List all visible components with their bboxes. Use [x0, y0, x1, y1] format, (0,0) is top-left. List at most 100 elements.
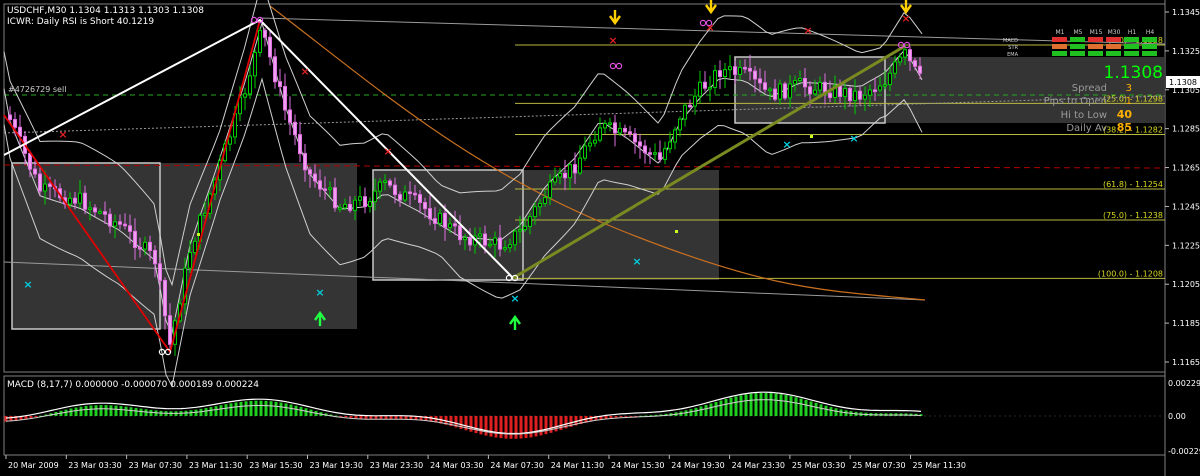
- candle-body: [168, 315, 172, 345]
- candle-body: [748, 67, 752, 72]
- time-tick-label: 23 Mar 11:30: [189, 461, 242, 470]
- candle-body: [103, 211, 107, 215]
- candle-body: [873, 89, 877, 92]
- candle-body: [28, 152, 32, 170]
- candle-body: [668, 141, 672, 150]
- signal-x-marker: ×: [58, 128, 67, 141]
- macd-bar: [749, 393, 753, 416]
- trend-table-row-label: MACD: [1003, 38, 1018, 44]
- macd-bar: [834, 408, 838, 416]
- candle-body: [8, 114, 12, 121]
- macd-bar: [69, 408, 73, 416]
- signal-x-marker: ×: [315, 286, 324, 299]
- macd-bar: [504, 416, 508, 439]
- trend-cell: [1124, 44, 1139, 49]
- macd-bar: [474, 416, 478, 434]
- macd-bar: [304, 408, 308, 416]
- macd-bar: [804, 399, 808, 416]
- candle-body: [568, 164, 572, 179]
- macd-bar: [714, 401, 718, 416]
- candle-body: [503, 247, 507, 250]
- signal-dot: [675, 230, 678, 233]
- macd-bar: [89, 405, 93, 416]
- candle-body: [338, 207, 342, 210]
- macd-bar: [724, 398, 728, 416]
- candle-body: [793, 80, 797, 85]
- macd-bar: [224, 404, 228, 416]
- candle-body: [243, 93, 247, 98]
- macd-bar: [809, 401, 813, 416]
- signal-dot: [197, 233, 200, 236]
- candle-body: [398, 194, 402, 201]
- price-chart[interactable]: (0.0) - 1.1328(25.0) - 1.1298(38.2) - 1.…: [0, 0, 1200, 476]
- price-tick-label: 1.1265: [1172, 164, 1200, 173]
- candle-body: [638, 141, 642, 147]
- macd-bar: [104, 405, 108, 416]
- signal-x-marker: ×: [23, 278, 32, 291]
- time-tick-label: 23 Mar 03:30: [68, 461, 121, 470]
- trend-table-column: M1: [1056, 29, 1065, 36]
- spread-value: 3: [1126, 83, 1132, 94]
- signal-x-marker: ×: [632, 255, 641, 268]
- candle-body: [248, 75, 252, 95]
- time-tick-label: 25 Mar 07:30: [852, 461, 905, 470]
- candle-body: [193, 240, 197, 254]
- candle-body: [888, 72, 892, 86]
- candle-body: [258, 29, 262, 53]
- chart-window[interactable]: (0.0) - 1.1328(25.0) - 1.1298(38.2) - 1.…: [0, 0, 1200, 476]
- trend-cell: [1088, 51, 1103, 56]
- candle-body: [298, 134, 302, 155]
- candle-body: [848, 87, 852, 102]
- price-tick-label: 1.1205: [1172, 280, 1200, 289]
- candle-body: [363, 196, 367, 208]
- candle-body: [918, 65, 922, 74]
- candle-body: [288, 109, 292, 123]
- macd-bar: [694, 407, 698, 416]
- macd-bar: [119, 406, 123, 416]
- candle-body: [468, 237, 472, 246]
- macd-bar: [624, 416, 628, 417]
- trend-cell: [1070, 44, 1085, 49]
- candle-body: [808, 86, 812, 95]
- macd-bar: [609, 416, 613, 419]
- candle-body: [453, 223, 457, 227]
- trend-cell: [1070, 37, 1085, 42]
- signal-x-marker: ×: [383, 145, 392, 158]
- macd-bar: [34, 416, 38, 417]
- candle-body: [578, 157, 582, 174]
- candle-body: [393, 184, 397, 196]
- candle-body: [863, 94, 867, 100]
- macd-bar: [614, 416, 618, 418]
- trend-cell: [1124, 37, 1139, 42]
- candle-body: [763, 82, 767, 90]
- candle-body: [543, 197, 547, 205]
- trend-cell: [1106, 37, 1121, 42]
- macd-tick-label: 0.00: [1168, 412, 1186, 421]
- macd-bar: [389, 416, 393, 419]
- time-tick-label: 24 Mar 15:30: [611, 461, 664, 470]
- candle-body: [308, 169, 312, 175]
- candle-body: [273, 56, 277, 83]
- candle-body: [788, 83, 792, 99]
- macd-bar: [234, 402, 238, 416]
- candle-body: [643, 145, 647, 154]
- candle-body: [253, 51, 257, 77]
- candle-body: [553, 176, 557, 183]
- candle-body: [783, 83, 787, 99]
- macd-bar: [394, 416, 398, 419]
- time-tick-label: 24 Mar 23:30: [732, 461, 785, 470]
- time-tick-label: 23 Mar 23:30: [370, 461, 423, 470]
- macd-bar: [534, 416, 538, 437]
- candle-body: [588, 142, 592, 147]
- candle-body: [293, 121, 297, 136]
- candle-body: [663, 148, 667, 160]
- candle-body: [148, 241, 152, 251]
- candle-body: [658, 152, 662, 160]
- candle-body: [348, 203, 352, 211]
- signal-x-marker: ×: [782, 138, 791, 151]
- candle-body: [448, 223, 452, 228]
- candle-body: [528, 216, 532, 227]
- macd-bar: [774, 393, 778, 416]
- macd-bar: [764, 392, 768, 416]
- candle-body: [648, 152, 652, 155]
